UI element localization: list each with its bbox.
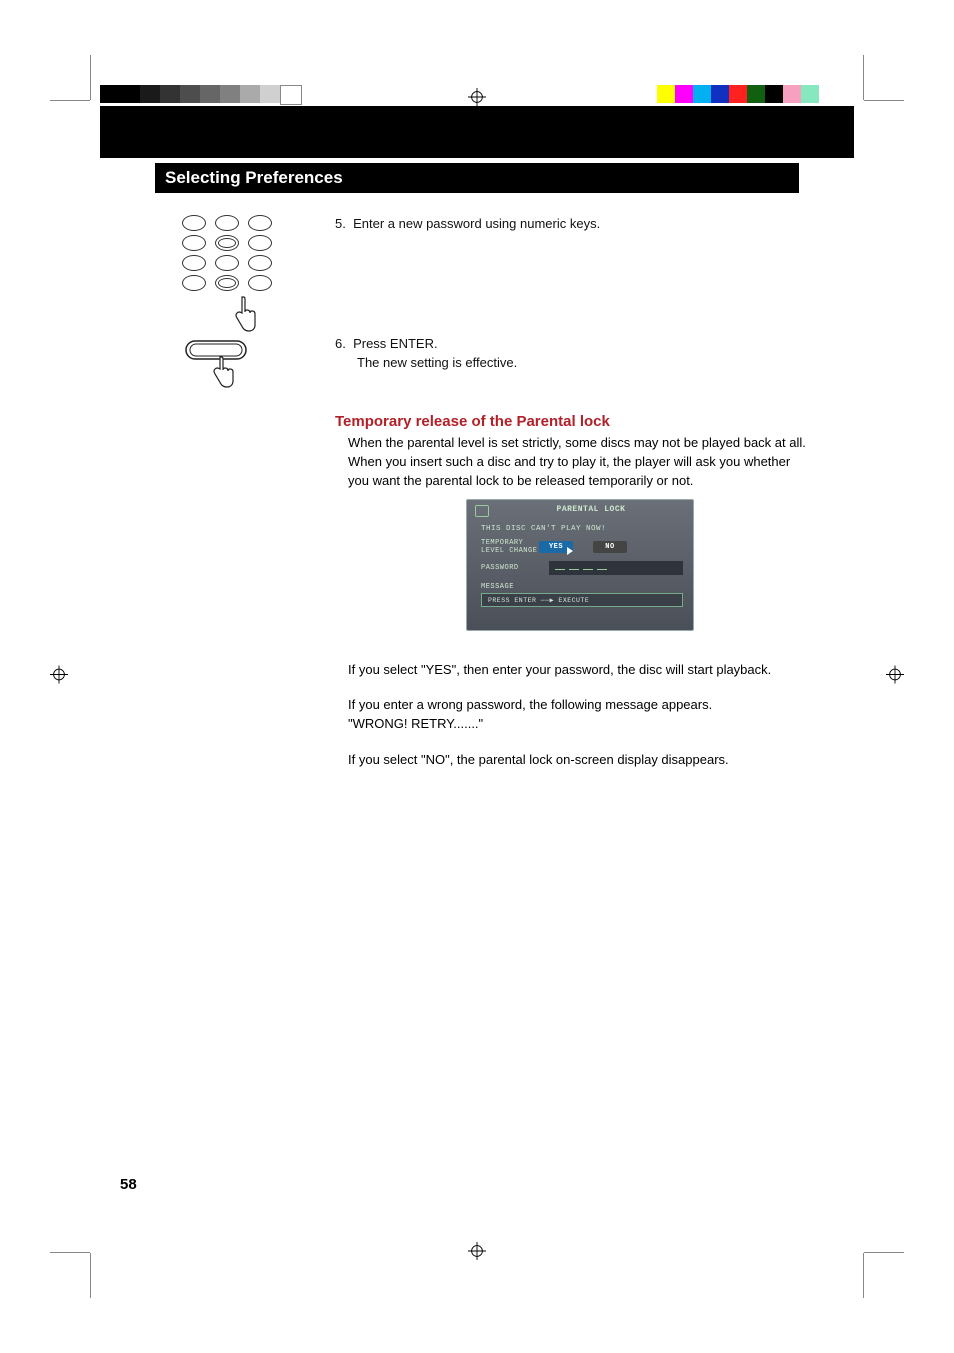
crop-mark [90, 55, 91, 100]
header-black-band [100, 106, 854, 158]
osd-password-field [549, 561, 683, 575]
osd-yes-option: YES [539, 541, 573, 553]
crop-mark [864, 1252, 904, 1253]
crop-mark [864, 100, 904, 101]
osd-password-label: PASSWORD [481, 564, 539, 572]
page-number: 58 [120, 1176, 137, 1193]
osd-level-change-label: TEMPORARYLEVEL CHANGE [481, 539, 539, 555]
instruction-step-6: 6. Press ENTER. The new setting is effec… [335, 335, 815, 373]
registration-mark-icon [886, 665, 904, 688]
step-text: Press ENTER. [353, 336, 438, 351]
cursor-arrow-icon [567, 547, 573, 555]
result-paragraph-no: If you select "NO", the parental lock on… [348, 751, 818, 770]
subsection-description: When the parental level is set strictly,… [348, 434, 808, 491]
pointing-hand-icon [230, 295, 272, 338]
step-subtext: The new setting is effective. [357, 355, 517, 370]
manual-page: Selecting Preferences 5. Enter a new pas… [0, 0, 954, 1353]
instruction-step-5: 5. Enter a new password using numeric ke… [335, 215, 815, 234]
crop-mark [90, 1253, 91, 1298]
step-number: 6. [335, 336, 346, 351]
grayscale-calibration-bar [100, 85, 302, 105]
parental-lock-osd-screenshot: PARENTAL LOCK THIS DISC CAN'T PLAY NOW! … [466, 499, 694, 631]
osd-message-box: PRESS ENTER ──▶ EXECUTE [481, 593, 683, 607]
osd-no-option: NO [593, 541, 627, 553]
section-title-bar: Selecting Preferences [155, 163, 799, 193]
enter-button-illustration [184, 339, 254, 402]
crop-mark [50, 100, 90, 101]
osd-message-label: MESSAGE [481, 583, 683, 591]
lock-icon [475, 505, 489, 517]
crop-mark [863, 55, 864, 100]
osd-header: PARENTAL LOCK [557, 505, 626, 514]
step-number: 5. [335, 216, 346, 231]
numeric-keypad-illustration [182, 215, 272, 338]
registration-mark-icon [468, 1242, 486, 1265]
subsection-heading: Temporary release of the Parental lock [335, 413, 610, 430]
step-text: Enter a new password using numeric keys. [353, 216, 600, 231]
result-paragraph-wrong: If you enter a wrong password, the follo… [348, 696, 818, 734]
section-title-text: Selecting Preferences [165, 168, 343, 188]
color-calibration-bar [657, 85, 819, 103]
osd-warning-line: THIS DISC CAN'T PLAY NOW! [481, 525, 693, 533]
result-paragraph-yes: If you select "YES", then enter your pas… [348, 661, 818, 680]
crop-mark [863, 1253, 864, 1298]
crop-mark [50, 1252, 90, 1253]
registration-mark-icon [50, 665, 68, 688]
